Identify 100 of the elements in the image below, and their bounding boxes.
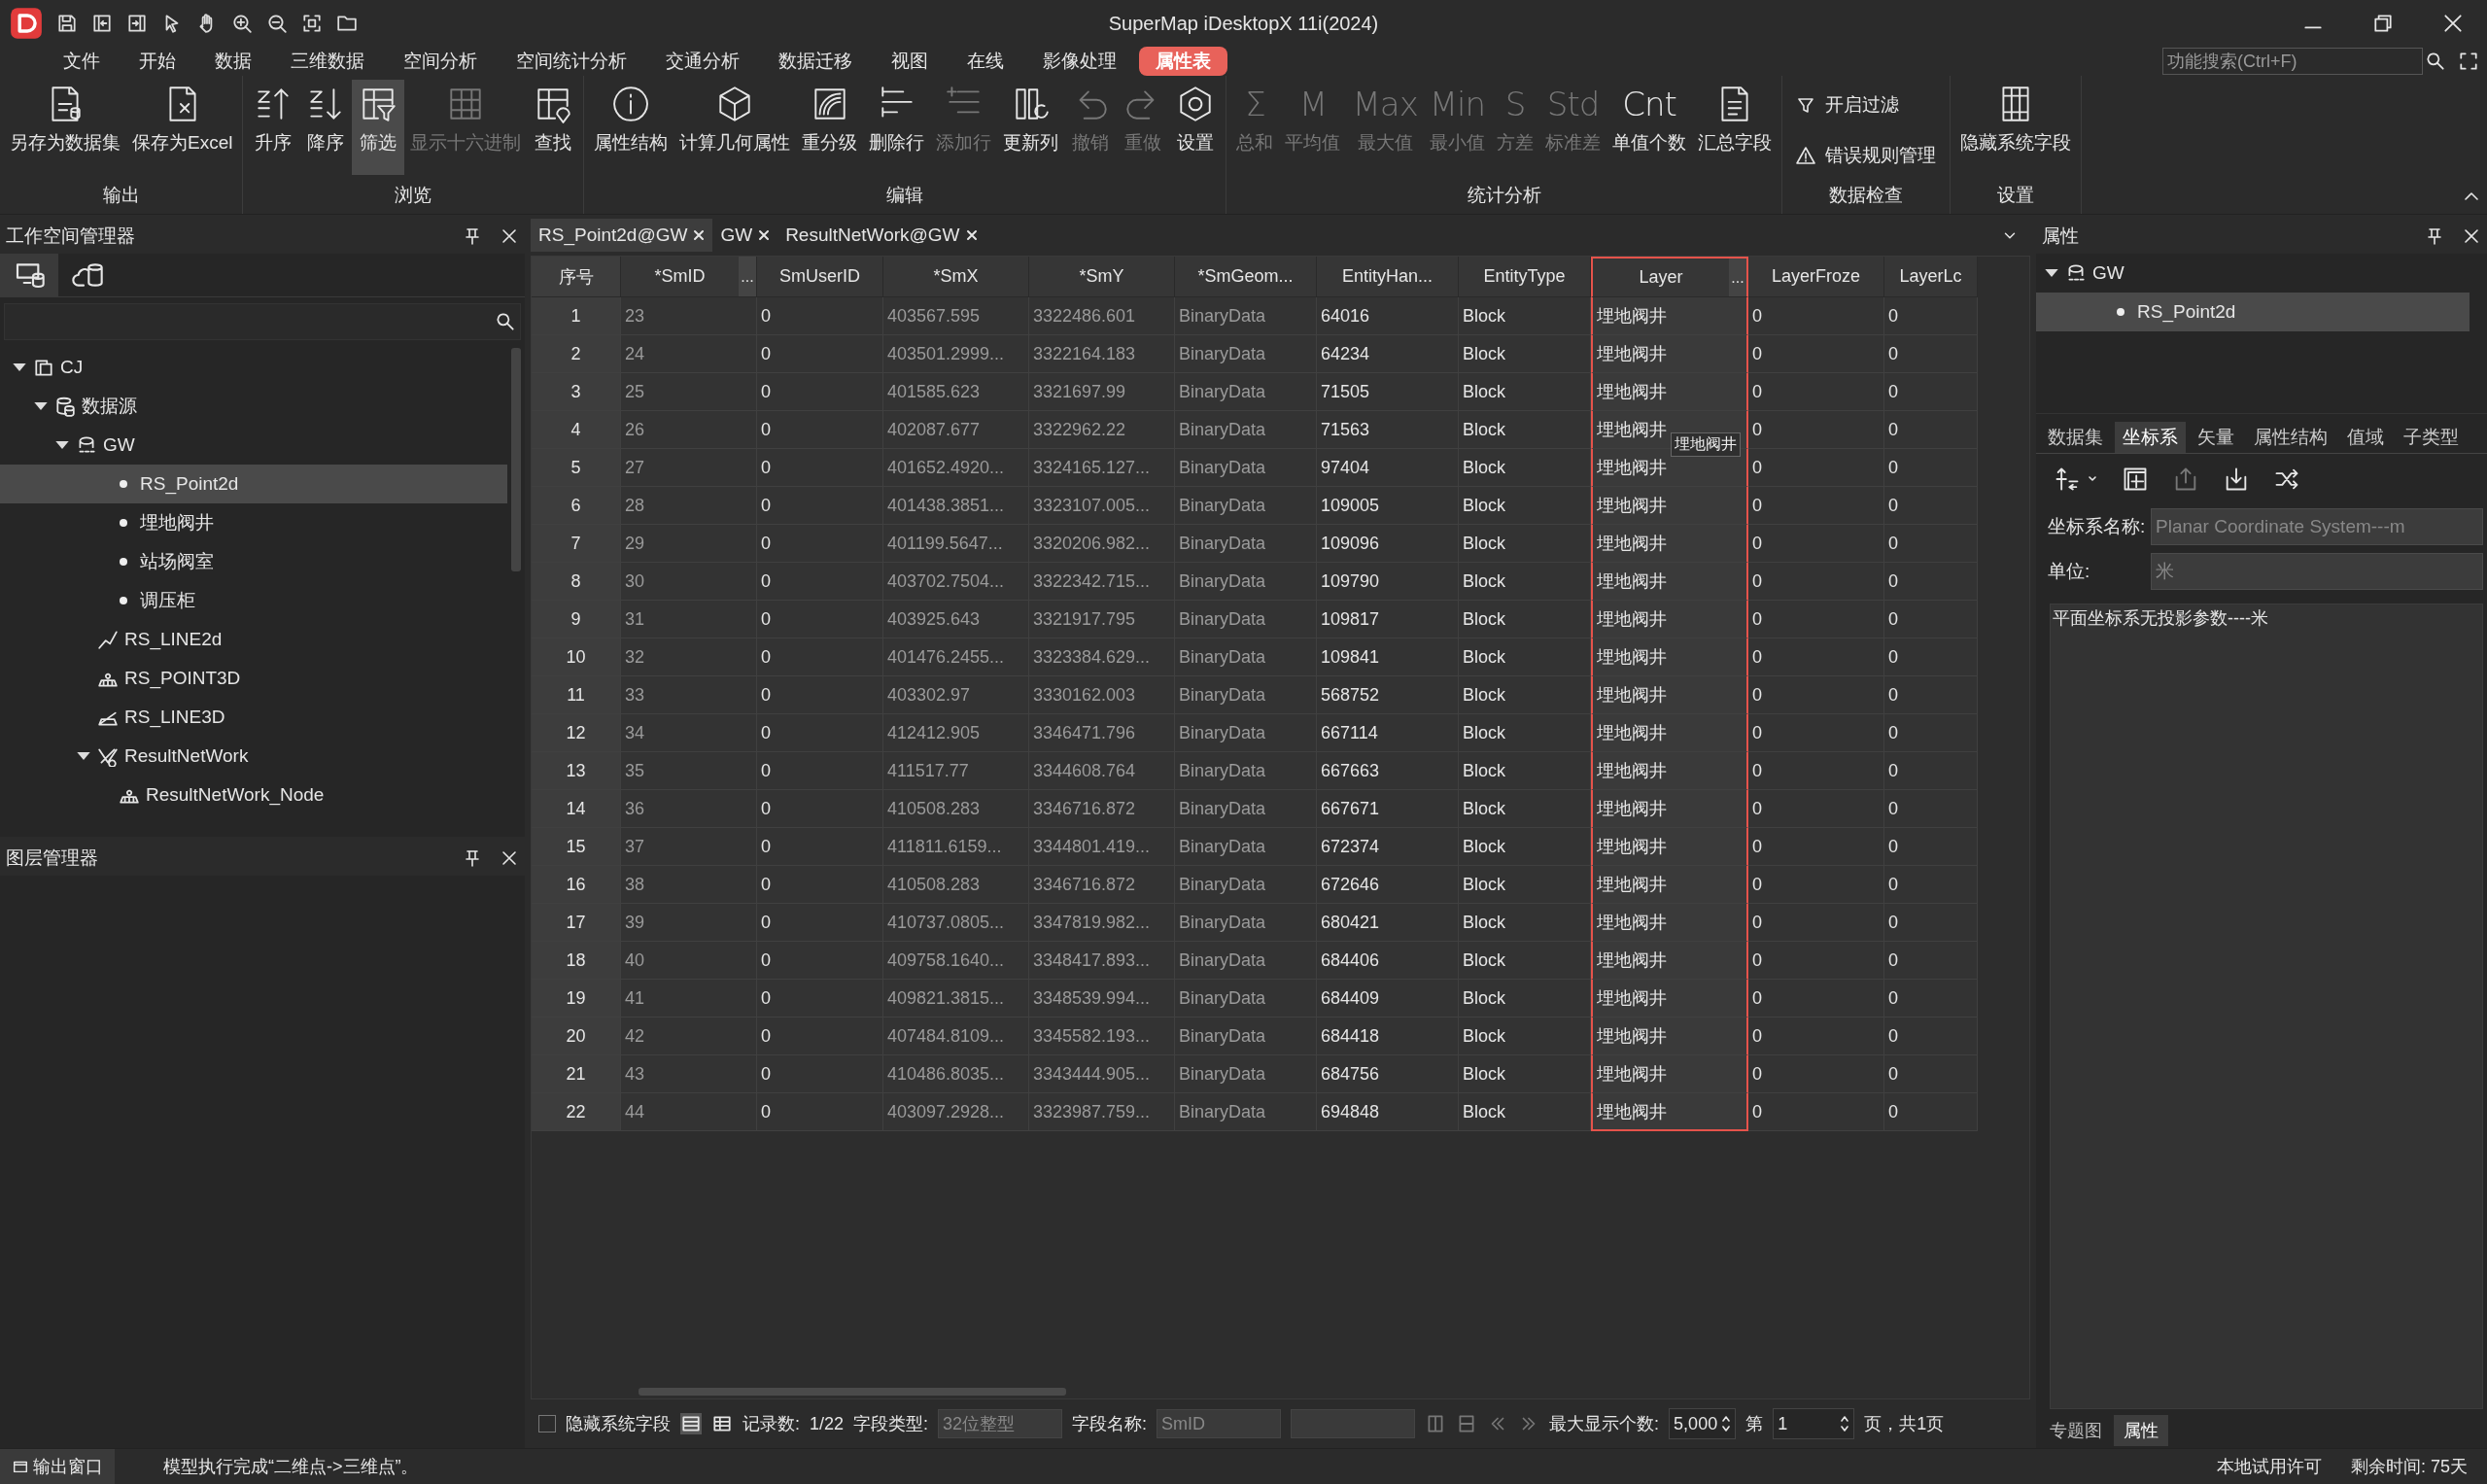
ribbon-button[interactable]: 汇总字段 [1692,80,1779,175]
export-icon[interactable] [126,13,148,34]
menu-tab[interactable]: 空间分析 [387,47,494,76]
full-extent-icon[interactable] [301,13,323,34]
zoom-in-icon[interactable] [231,13,253,34]
row-number[interactable]: 19 [532,980,621,1018]
ribbon-button[interactable]: 删除行 [863,80,931,175]
menu-tab[interactable]: 在线 [950,47,1020,76]
column-header[interactable]: Layer ... [1591,257,1748,297]
properties-tab[interactable]: 数据集 [2040,422,2111,453]
panel-tab[interactable] [0,254,58,296]
description-field[interactable]: 平面坐标系无投影参数----米 [2050,604,2483,1409]
ribbon-button[interactable]: Cnt 单值个数 [1606,80,1693,175]
column-header[interactable]: 序号 [532,257,621,297]
row-number[interactable]: 8 [532,563,621,601]
row-number[interactable]: 11 [532,676,621,714]
column-header[interactable]: *SmID ... [621,257,757,297]
tree-item[interactable]: RS_Point2d [0,465,507,503]
properties-tab[interactable]: 属性结构 [2246,422,2335,453]
table-view-icon[interactable] [680,1413,702,1434]
row-number[interactable]: 10 [532,638,621,676]
row-number[interactable]: 16 [532,866,621,904]
pin-icon[interactable] [463,226,482,246]
ribbon-button[interactable]: 隐藏系统字段 [1954,80,2078,175]
close-icon[interactable] [2462,226,2481,246]
scrollbar[interactable] [639,1388,1066,1396]
tree-item[interactable]: GW [2036,254,2470,293]
row-number[interactable]: 14 [532,790,621,828]
column-menu-button[interactable]: ... [1729,259,1746,296]
panel-tab[interactable]: 专题图 [2040,1415,2112,1446]
row-number[interactable]: 20 [532,1018,621,1055]
fullscreen-icon[interactable] [2458,51,2479,72]
close-icon[interactable] [965,229,978,241]
pin-icon[interactable] [463,848,482,868]
close-icon[interactable] [500,848,519,868]
column-header[interactable]: EntityHan... [1317,257,1459,297]
import-icon[interactable] [91,13,113,34]
ribbon-button[interactable]: 错误规则管理 [1786,130,1947,181]
close-icon[interactable] [2442,13,2464,34]
column-header[interactable]: LayerLc [1884,257,1978,297]
tree-item[interactable]: ResultNetWork [0,737,507,776]
column-header[interactable]: *SmGeom... [1175,257,1317,297]
value-field[interactable] [1291,1409,1416,1438]
menu-tab[interactable]: 数据 [198,47,268,76]
properties-tab[interactable]: 子类型 [2396,422,2467,453]
output-window-button[interactable]: 输出窗口 [0,1449,115,1484]
zoom-out-icon[interactable] [266,13,288,34]
row-number[interactable]: 1 [532,297,621,335]
tree-item[interactable]: GW [0,426,507,465]
properties-tab[interactable]: 矢量 [2190,422,2242,453]
menu-tab[interactable]: 文件 [47,47,117,76]
ribbon-button[interactable]: 设置 [1169,80,1223,175]
row-number[interactable]: 6 [532,487,621,525]
row-number[interactable]: 7 [532,525,621,563]
ribbon-button[interactable]: 另存为数据集 [4,80,126,175]
row-number[interactable]: 17 [532,904,621,942]
column-header[interactable]: LayerFroze [1748,257,1884,297]
row-number[interactable]: 9 [532,601,621,638]
document-tab[interactable]: GW [712,219,778,252]
tree-item[interactable]: 调压柜 [0,581,507,620]
row-number[interactable]: 2 [532,335,621,373]
row-number[interactable]: 22 [532,1093,621,1131]
close-icon[interactable] [758,229,771,241]
ribbon-button[interactable]: 查找 [527,80,580,175]
properties-tab[interactable]: 值域 [2339,422,2392,453]
search-field[interactable] [4,303,521,340]
row-number[interactable]: 12 [532,714,621,752]
ribbon-button[interactable]: 降序 [299,80,353,175]
ribbon-button[interactable]: 开启过滤 [1786,80,1910,130]
column-header[interactable]: EntityType [1459,257,1591,297]
close-icon[interactable] [693,229,706,241]
pin-icon[interactable] [2425,226,2444,246]
ribbon-button[interactable]: 计算几何属性 [674,80,797,175]
tree-item[interactable]: RS_LINE3D [0,698,507,737]
menu-tab[interactable]: 交通分析 [649,47,756,76]
search-field[interactable]: 功能搜索(Ctrl+F) [2162,48,2423,75]
tree-item[interactable]: 站场阀室 [0,542,507,581]
ribbon-button[interactable]: 更新列 [997,80,1065,175]
page-spinner[interactable]: 1 [1773,1408,1855,1439]
row-number[interactable]: 3 [532,373,621,411]
menu-tab[interactable]: 数据迁移 [762,47,869,76]
document-tab[interactable]: RS_Point2d@GW [531,219,713,252]
row-number[interactable]: 13 [532,752,621,790]
max-count-spinner[interactable]: 5,000 [1669,1408,1737,1439]
menu-tab[interactable]: 影像处理 [1026,47,1133,76]
checkbox[interactable] [538,1415,556,1432]
tree-item[interactable]: RS_POINT3D [0,659,507,698]
menu-tab[interactable]: 开始 [122,47,192,76]
restore-icon[interactable] [2372,13,2394,34]
ribbon-button[interactable]: 重分级 [796,80,864,175]
row-number[interactable]: 15 [532,828,621,866]
tree-item[interactable]: 数据源 [0,387,507,426]
tree-item[interactable]: ResultNetWork_Node [0,776,507,814]
close-icon[interactable] [500,226,519,246]
row-number[interactable]: 18 [532,942,621,980]
scrollbar[interactable] [511,348,521,571]
frame-crosshair-icon[interactable] [2122,466,2149,493]
tree-item[interactable]: CJ [0,348,507,387]
row-number[interactable]: 5 [532,449,621,487]
column-header[interactable]: *SmX [883,257,1029,297]
